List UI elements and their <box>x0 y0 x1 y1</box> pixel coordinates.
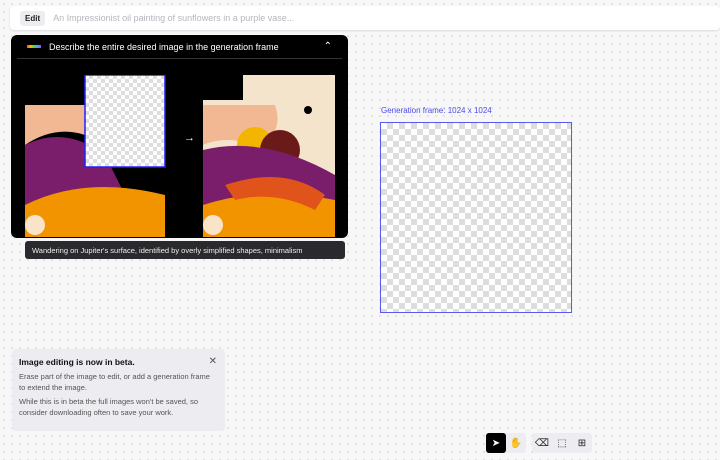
generation-frame-label: Generation frame: 1024 x 1024 <box>381 106 492 115</box>
example-illustration: → <box>25 74 335 237</box>
rainbow-icon <box>27 45 41 48</box>
frame-icon[interactable]: ⬚ <box>552 433 572 453</box>
close-icon[interactable]: ✕ <box>209 355 217 370</box>
chevron-up-icon[interactable]: ⌃ <box>324 41 332 52</box>
add-image-icon[interactable]: ⊞ <box>572 433 592 453</box>
notice-text-1: Erase part of the image to edit, or add … <box>19 372 210 393</box>
select-icon[interactable]: ➤ <box>486 433 506 453</box>
beta-notice: Image editing is now in beta. ✕ Erase pa… <box>12 349 225 431</box>
prompt-input[interactable]: An Impressionist oil painting of sunflow… <box>53 13 294 23</box>
tip-panel: Describe the entire desired image in the… <box>11 35 348 259</box>
tip-title: Describe the entire desired image in the… <box>49 41 279 52</box>
generation-frame[interactable] <box>380 122 572 313</box>
notice-text-2: While this is in beta the full images wo… <box>19 397 199 417</box>
prompt-bar: Edit An Impressionist oil painting of su… <box>10 6 720 30</box>
toolbar: ➤ ✋ ⌫ ⬚ ⊞ <box>486 433 592 453</box>
svg-text:→: → <box>184 132 195 144</box>
notice-title: Image editing is now in beta. <box>19 357 135 367</box>
edit-badge: Edit <box>20 10 46 26</box>
example-caption: Wandering on Jupiter's surface, identifi… <box>25 241 345 259</box>
hand-icon[interactable]: ✋ <box>506 433 526 453</box>
eraser-icon[interactable]: ⌫ <box>532 433 552 453</box>
example-images: → <box>25 74 335 237</box>
